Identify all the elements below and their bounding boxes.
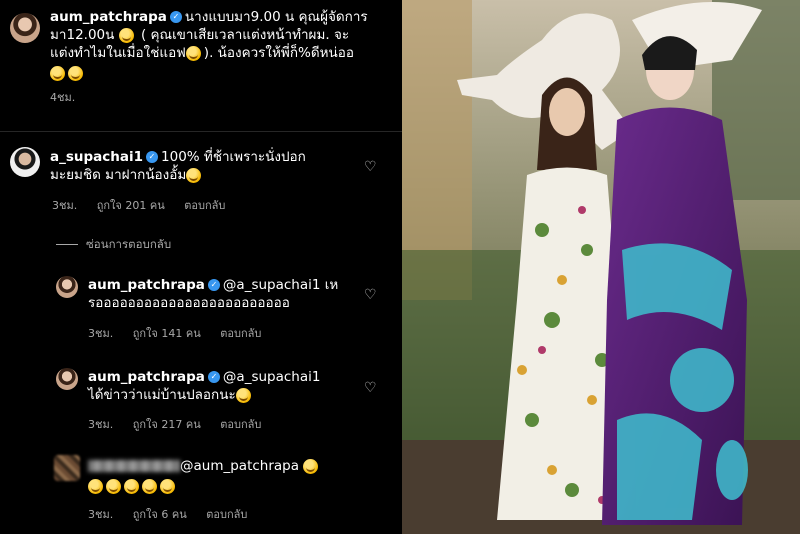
username[interactable]: a_supachai1 [50,149,143,165]
emoji-icon [142,478,157,494]
caption-text: นางแบบมา9.00 น คุณผู้จัดการ [184,9,368,25]
comment-time: 3ชม. [88,508,114,521]
verified-badge-icon: ✓ [169,11,182,23]
blurred-username[interactable] [88,460,180,472]
emoji-icon [124,478,139,494]
reply-button[interactable]: ตอบกลับ [220,327,261,340]
emoji-icon [68,65,83,81]
caption-text: แต่งทำไมในเมื่อใช่แอฟ [50,45,186,61]
reply-button[interactable]: ตอบกลับ [220,418,261,431]
emoji-icon [235,387,251,403]
emoji-icon [185,45,201,61]
comment-time: 3ชม. [88,327,114,340]
hide-replies-label: ซ่อนการตอบกลับ [86,237,172,251]
heart-outline-icon[interactable]: ♡ [364,380,377,396]
comment-time: 3ชม. [52,199,78,212]
reply-text: ได้ข่าวว่าแม่บ้านปลอกนะ [88,387,236,403]
caption-text: ). น้องควรให้พี่ก็%ดีหน่ออ [203,45,354,61]
avatar[interactable] [56,276,78,298]
like-count[interactable]: ถูกใจ 6 คน [133,508,187,521]
verified-badge-icon: ✓ [207,371,220,383]
comment-text: 100% ที่ช้าเพราะนั่งปอก [161,149,306,165]
username[interactable]: aum_patchrapa [50,9,167,25]
reply: @aum_patchrapa [88,457,368,495]
comment-meta: 3ชม. ถูกใจ 141 คน ตอบกลับ [88,324,277,342]
verified-badge-icon: ✓ [207,279,220,291]
comment-time: 3ชม. [88,418,114,431]
mention-link[interactable]: @a_supachai1 [223,277,321,293]
caption-text: มา12.00น [50,27,115,43]
reply-button[interactable]: ตอบกลับ [206,508,247,521]
reply-button[interactable]: ตอบกลับ [184,199,225,212]
like-count[interactable]: ถูกใจ 217 คน [133,418,201,431]
comment-meta: 3ชม. ถูกใจ 6 คน ตอบกลับ [88,505,263,523]
username[interactable]: aum_patchrapa [88,277,205,293]
emoji-icon [186,167,202,183]
emoji-icon [303,458,319,474]
post-photo [402,0,800,534]
avatar[interactable] [10,13,40,43]
avatar[interactable] [10,147,40,177]
post-time: 4ชม. [50,91,76,104]
verified-badge-icon: ✓ [146,151,159,163]
username[interactable]: aum_patchrapa [88,369,205,385]
reply: aum_patchrapa ✓ @a_supachai1 เห รอออออออออ… [88,276,368,312]
reply-text: เห [320,277,339,293]
comment-text: มะยมชิด มาฝากน้องอั้ม [50,167,187,183]
comment: a_supachai1 ✓ 100% ที่ช้าเพราะนั่งปอก มะยม… [50,148,350,184]
emoji-icon [88,478,103,494]
divider [0,131,402,132]
hide-replies-button[interactable]: ซ่อนการตอบกลับ [56,236,171,254]
reply-text: รออออออออออออออออออออออออ [88,295,290,311]
like-count[interactable]: ถูกใจ 201 คน [97,199,165,212]
mention-link[interactable]: @a_supachai1 [223,369,321,385]
avatar[interactable] [56,368,78,390]
heart-outline-icon[interactable]: ♡ [364,159,377,175]
heart-outline-icon[interactable]: ♡ [364,287,377,303]
reply: aum_patchrapa ✓ @a_supachai1 ได้ข่าวว่าแม่… [88,368,368,404]
divider [56,244,78,245]
emoji-icon [160,478,175,494]
comments-panel: aum_patchrapa ✓ นางแบบมา9.00 น คุณผู้จัดกา… [0,0,402,534]
emoji-icon [50,65,65,81]
mention-link[interactable]: @aum_patchrapa [180,458,299,474]
comment-meta: 3ชม. ถูกใจ 217 คน ตอบกลับ [88,415,277,433]
caption: aum_patchrapa ✓ นางแบบมา9.00 น คุณผู้จัดกา… [50,8,395,106]
photo-illustration [402,0,800,534]
like-count[interactable]: ถูกใจ 141 คน [133,327,201,340]
emoji-icon [118,27,134,43]
caption-text: ( คุณเขาเสียเวลาแต่งหน้าทำผม. จะ [140,27,350,43]
emoji-icon [106,478,121,494]
comment-meta: 3ชม. ถูกใจ 201 คน ตอบกลับ [52,196,241,214]
avatar[interactable] [54,455,80,481]
